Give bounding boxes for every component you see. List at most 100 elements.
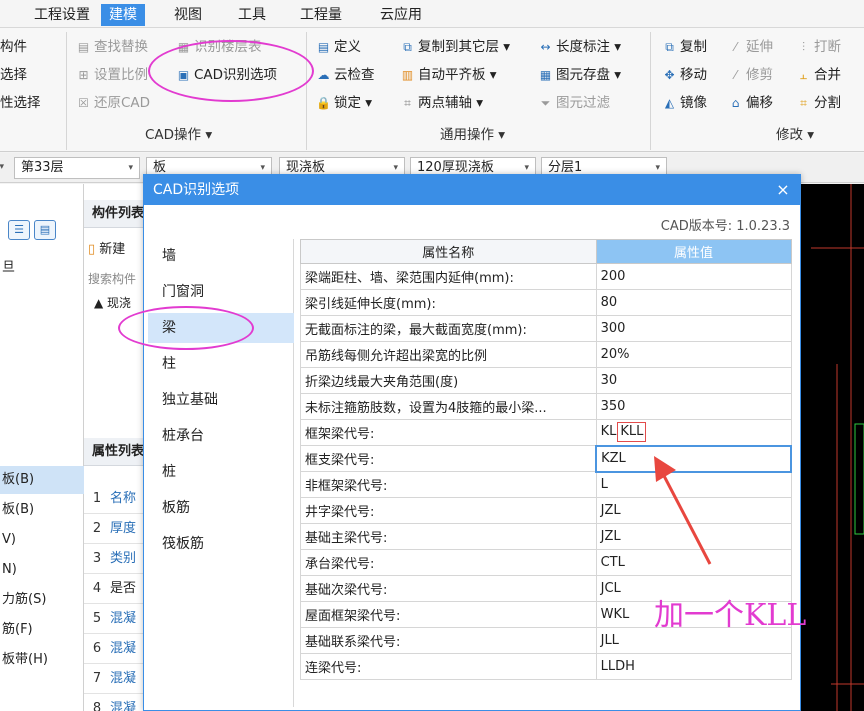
lock-button[interactable]: 🔒 锁定 ▾	[316, 94, 372, 112]
auto-align-slab-label: 自动平齐板 ▾	[418, 67, 497, 83]
common-ops-group-label[interactable]: 通用操作 ▾	[440, 123, 505, 143]
property-value-cell[interactable]: 200	[595, 263, 792, 290]
category-slab-rebar[interactable]: 板筋	[148, 493, 294, 523]
component-search-input[interactable]: 搜索构件	[88, 270, 136, 287]
menu-item-tools[interactable]: 工具	[230, 4, 274, 26]
offset-button[interactable]: ⌂ 偏移	[728, 94, 773, 112]
property-value-cell[interactable]: 350	[595, 393, 792, 420]
auto-align-slab-button[interactable]: ▥ 自动平齐板 ▾	[400, 66, 497, 84]
card-view-icon[interactable]: ▤	[34, 220, 56, 240]
copy-to-floor-button[interactable]: ⧉ 复制到其它层 ▾	[400, 38, 510, 56]
restore-cad-button[interactable]: ☒ 还原CAD	[76, 94, 150, 112]
element-tree-panel: ☰ ▤ 旦 板(B) 板(B) V) N) 力筋(S) 筋(F) 板带(H)	[0, 184, 84, 711]
menu-item-modeling[interactable]: 建模	[101, 4, 145, 26]
move-button[interactable]: ✥ 移动	[662, 66, 707, 84]
property-value-cell[interactable]: 300	[595, 315, 792, 342]
length-dimension-button[interactable]: ↔ 长度标注 ▾	[538, 38, 621, 56]
scale-icon: ⊞	[78, 67, 89, 82]
property-value-cell[interactable]: 30	[595, 367, 792, 394]
property-row[interactable]: 8 混凝	[84, 694, 143, 711]
category-raft-rebar[interactable]: 筏板筋	[148, 529, 294, 559]
copy-floor-icon: ⧉	[403, 39, 412, 54]
category-door-window[interactable]: 门窗洞	[148, 277, 294, 307]
element-filter-button[interactable]: ⏷ 图元过滤	[538, 94, 610, 112]
ribbon-separator	[650, 32, 651, 150]
menu-item-cloud[interactable]: 云应用	[372, 4, 430, 26]
tree-node-label: 旦	[2, 260, 16, 275]
define-button[interactable]: ▤ 定义	[316, 38, 361, 56]
break-button[interactable]: ⫶ 打断	[796, 38, 841, 56]
property-row[interactable]: 7 混凝	[84, 664, 143, 694]
property-name-cell: 井字梁代号:	[300, 497, 597, 524]
tree-item-v[interactable]: V)	[0, 526, 84, 554]
property-name-cell: 无截面标注的梁，最大截面宽度(mm):	[300, 315, 597, 342]
tree-item-slab-2[interactable]: 板(B)	[0, 496, 84, 524]
merge-button[interactable]: ⫠ 合并	[796, 66, 841, 84]
category-wall[interactable]: 墙	[148, 241, 294, 271]
table-header-row: 属性名称 属性值	[300, 239, 792, 264]
copy-button[interactable]: ⧉ 复制	[662, 38, 707, 56]
cad-ops-group-label[interactable]: CAD操作 ▾	[145, 123, 212, 143]
ribbon-component-button[interactable]: 构件	[0, 38, 27, 56]
set-scale-button[interactable]: ⊞ 设置比例	[76, 66, 148, 84]
ribbon-select-button[interactable]: 选择	[0, 66, 27, 84]
category-pile[interactable]: 桩	[148, 457, 294, 487]
split-button[interactable]: ⌗ 分割	[796, 94, 841, 112]
ribbon-attr-select-button[interactable]: 性选择	[0, 94, 41, 112]
split-label: 分割	[814, 95, 841, 111]
find-replace-button[interactable]: ▤ 查找替换	[76, 38, 148, 56]
prev-combo-arrow[interactable]: ▾	[0, 157, 10, 179]
filter-icon: ⏷	[540, 95, 551, 110]
break-icon: ⫶	[801, 39, 805, 54]
element-filter-label: 图元过滤	[556, 95, 610, 111]
menu-item-view[interactable]: 视图	[166, 4, 210, 26]
property-value-cell[interactable]: 80	[595, 289, 792, 316]
menu-item-project-settings[interactable]: 工程设置	[26, 4, 98, 26]
category-isolated-footing[interactable]: 独立基础	[148, 385, 294, 415]
property-name-cell: 框架梁代号:	[300, 419, 597, 446]
tree-item-rebar-f[interactable]: 筋(F)	[0, 616, 84, 644]
property-value-cell[interactable]: LLDH	[595, 653, 792, 680]
save-element-button[interactable]: ▦ 图元存盘 ▾	[538, 66, 621, 84]
new-component-button[interactable]: ▯ 新建	[88, 238, 125, 257]
property-name-cell: 承台梁代号:	[300, 549, 597, 576]
property-row[interactable]: 4 是否	[84, 574, 143, 604]
extend-button[interactable]: ⁄ 延伸	[728, 38, 773, 56]
tree-item-slab-band[interactable]: 板带(H)	[0, 646, 84, 674]
menu-item-quantity[interactable]: 工程量	[292, 4, 350, 26]
category-column[interactable]: 柱	[148, 349, 294, 379]
length-dimension-label: 长度标注 ▾	[556, 39, 622, 55]
property-row[interactable]: 5 混凝	[84, 604, 143, 634]
list-view-icon[interactable]: ☰	[8, 220, 30, 240]
floor-select[interactable]: 第33层 ▾	[14, 157, 140, 179]
ribbon-separator	[306, 32, 307, 150]
restore-cad-label: 还原CAD	[94, 95, 151, 111]
copy-to-floor-label: 复制到其它层 ▾	[418, 39, 511, 55]
tree-node-cast-in-place[interactable]: ▲ 现浇	[94, 294, 131, 311]
cad-drawing	[811, 184, 864, 711]
set-scale-label: 设置比例	[94, 67, 148, 83]
modify-group-label[interactable]: 修改 ▾	[776, 123, 814, 143]
trim-button[interactable]: ⁄ 修剪	[728, 66, 773, 84]
category-pile-cap[interactable]: 桩承台	[148, 421, 294, 451]
cloud-check-button[interactable]: ☁ 云检查	[316, 66, 375, 84]
tree-item-n[interactable]: N)	[0, 556, 84, 584]
element-subtype-value: 现浇板	[286, 160, 326, 175]
row-number: 5	[92, 611, 102, 626]
property-name-cell: 折梁边线最大夹角范围(度)	[300, 367, 597, 394]
cad-drawing-canvas[interactable]	[801, 184, 864, 711]
align-slab-icon: ▥	[401, 67, 414, 82]
property-row[interactable]: 3 类别	[84, 544, 143, 574]
close-icon[interactable]: ×	[774, 175, 792, 205]
mirror-button[interactable]: ◭ 镜像	[662, 94, 707, 112]
tree-item-slab[interactable]: 板(B)	[0, 466, 84, 494]
property-value-cell[interactable]: 20%	[595, 341, 792, 368]
two-point-axis-button[interactable]: ⌗ 两点辅轴 ▾	[400, 94, 483, 112]
property-row[interactable]: 2 厚度	[84, 514, 143, 544]
copy-icon: ⧉	[665, 39, 674, 54]
tree-item-rebar-s[interactable]: 力筋(S)	[0, 586, 84, 614]
property-name: 厚度	[110, 521, 137, 536]
property-row[interactable]: 6 混凝	[84, 634, 143, 664]
property-row[interactable]: 1 名称	[84, 484, 143, 514]
table-row: 梁端距柱、墙、梁范围内延伸(mm): 200	[300, 263, 792, 290]
